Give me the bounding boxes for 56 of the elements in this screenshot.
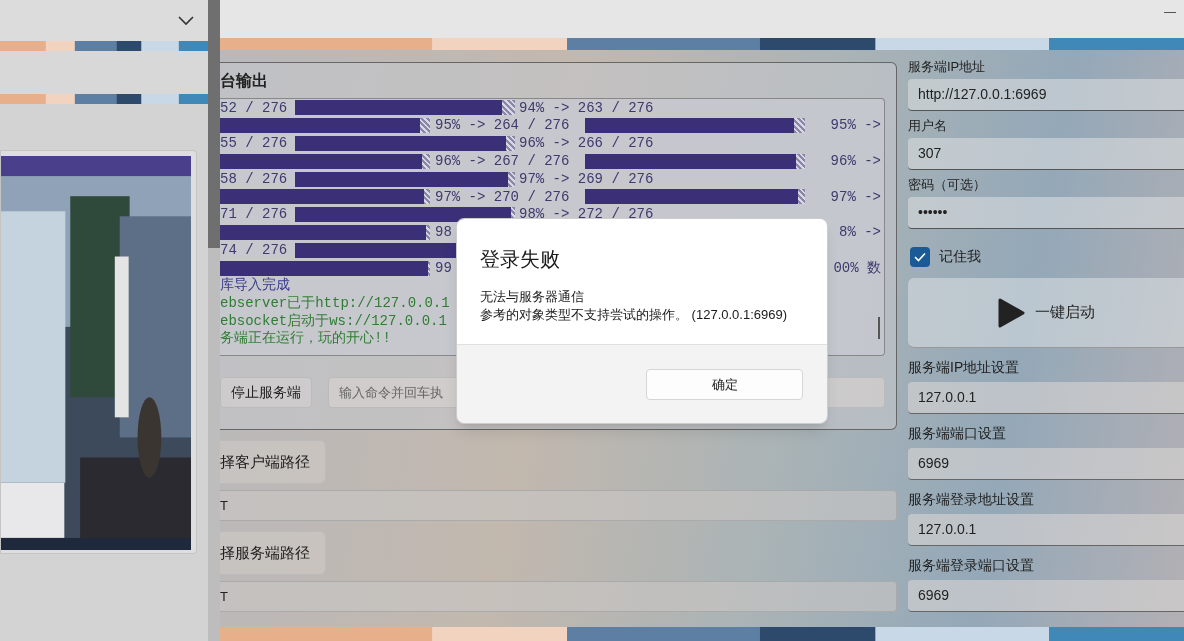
ok-button[interactable]: 确定: [646, 369, 803, 400]
console-text: 55 / 276: [220, 135, 288, 152]
console-text: 97% -> 270 / 276: [435, 188, 570, 205]
console-text: 务端正在运行，玩的开心!!: [220, 330, 391, 347]
check-icon: [914, 251, 926, 262]
input-field[interactable]: http://127.0.0.1:6969: [908, 79, 1184, 111]
input-field[interactable]: 6969: [908, 448, 1184, 480]
input-field[interactable]: 127.0.0.1: [908, 382, 1184, 414]
console-text: 96% ->: [830, 152, 881, 171]
input-field[interactable]: ••••••: [908, 197, 1184, 229]
console-text: 96% -> 267 / 276: [435, 153, 570, 170]
checkbox-label: 记住我: [939, 247, 981, 266]
console-text: 98% -> 272 / 276: [519, 205, 654, 224]
dialog-title: 登录失败: [480, 247, 561, 272]
start-button[interactable]: 一键启动: [908, 278, 1184, 348]
play-icon: [997, 297, 1025, 328]
field-label: 密码（可选）: [908, 176, 987, 194]
input-field[interactable]: 6969: [908, 580, 1184, 612]
scrollbar-thumb[interactable]: [878, 317, 880, 339]
console-text: 94% -> 263 / 276: [519, 99, 654, 118]
console-text: 96% -> 266 / 276: [519, 134, 654, 153]
dialog-message: 无法与服务器通信: [480, 288, 585, 306]
console-text: 97% -> 269 / 276: [519, 169, 654, 189]
minimize-icon[interactable]: [1164, 12, 1176, 14]
field-label: 服务端IP地址设置: [908, 358, 1021, 377]
console-text: 95% ->: [830, 116, 881, 135]
input-field[interactable]: 307: [908, 138, 1184, 170]
choose-path-button[interactable]: 择客户端路径: [220, 440, 326, 484]
console-text: 99: [435, 259, 452, 276]
console-text: 74 / 276: [220, 242, 288, 259]
console-text: ebserver已于http://127.0.0.1: [220, 294, 450, 311]
console-text: 98: [435, 224, 452, 241]
console-text: 00% 数: [833, 258, 881, 278]
field-label: 服务端端口设置: [908, 424, 1007, 443]
console-text: 71 / 276: [220, 206, 288, 223]
stop-server-button[interactable]: 停止服务端: [220, 377, 312, 408]
field-label: 服务端IP地址: [908, 58, 987, 76]
path-field[interactable]: T: [220, 581, 897, 612]
console-text: 97% ->: [830, 187, 881, 207]
field-label: 服务端登录地址设置: [908, 490, 1035, 509]
input-field[interactable]: 127.0.0.1: [908, 514, 1184, 546]
console-text: 58 / 276: [220, 170, 288, 187]
path-field[interactable]: T: [220, 490, 897, 521]
checkbox[interactable]: [910, 246, 930, 267]
console-text: 95% -> 264 / 276: [435, 117, 570, 134]
console-text: ebsocket启动于ws://127.0.0.1: [220, 312, 447, 329]
section-title: 台输出: [220, 70, 269, 91]
console-text: 8% ->: [839, 223, 881, 242]
console-text: 库导入完成: [220, 276, 290, 293]
field-label: 用户名: [908, 117, 948, 135]
scrollbar-thumb[interactable]: [208, 0, 220, 248]
field-label: 服务端登录端口设置: [908, 556, 1035, 575]
choose-path-button[interactable]: 择服务端路径: [220, 531, 326, 575]
console-text: 52 / 276: [220, 99, 288, 116]
dialog-message: 参考的对象类型不支持尝试的操作。 (127.0.0.1:6969): [480, 306, 789, 324]
dropdown[interactable]: [0, 0, 208, 41]
